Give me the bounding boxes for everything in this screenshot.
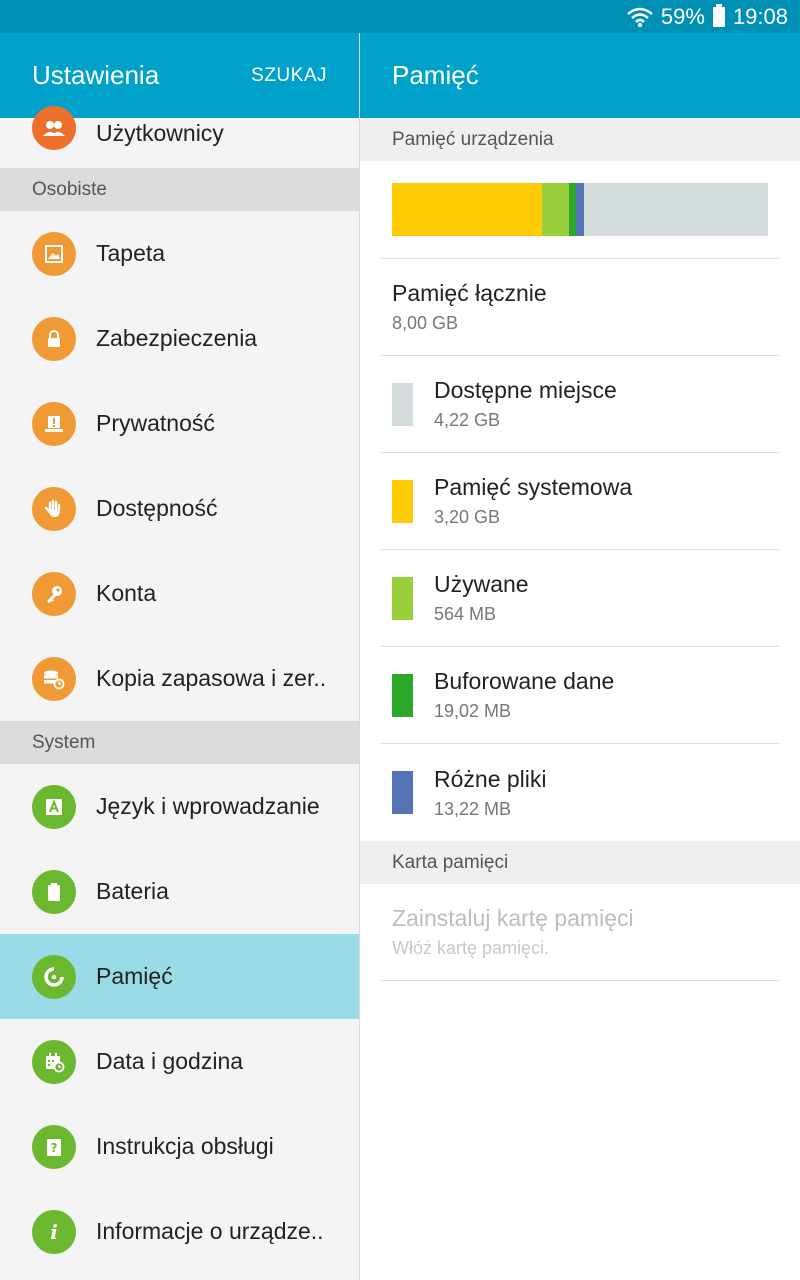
storage-row-misc[interactable]: Różne pliki 13,22 MB xyxy=(380,744,780,841)
language-icon xyxy=(32,784,76,829)
sidebar-item-label: Konta xyxy=(96,580,157,606)
storage-row-label: Buforowane dane xyxy=(434,668,615,694)
sidebar-item-storage[interactable]: Pamięć xyxy=(0,934,359,1019)
section-system: System xyxy=(0,721,359,764)
memory-card-header: Karta pamięci xyxy=(360,841,800,884)
storage-row-system[interactable]: Pamięć systemowa 3,20 GB xyxy=(380,453,780,550)
mount-sd-card-label: Zainstaluj kartę pamięci xyxy=(392,905,634,931)
sidebar-item-label: Bateria xyxy=(96,878,169,904)
sidebar-item-user-manual[interactable]: ? Instrukcja obsługi xyxy=(0,1104,359,1189)
battery-percent: 59% xyxy=(660,3,705,29)
sidebar-item-label: Tapeta xyxy=(96,240,166,266)
total-storage-value: 8,00 GB xyxy=(392,313,459,333)
storage-row-value: 564 MB xyxy=(434,604,497,624)
sidebar-item-battery[interactable]: Bateria xyxy=(0,849,359,934)
storage-row-value: 4,22 GB xyxy=(434,410,501,430)
svg-text:?: ? xyxy=(51,1141,58,1155)
lock-icon xyxy=(32,316,76,361)
detail-title: Pamięć xyxy=(360,33,800,118)
sidebar-item-language[interactable]: Język i wprowadzanie xyxy=(0,764,359,849)
privacy-icon xyxy=(32,401,76,446)
sidebar-item-label: Użytkownicy xyxy=(96,120,224,146)
bar-segment-used xyxy=(542,183,569,236)
wallpaper-icon xyxy=(32,231,76,276)
sidebar-item-label: Prywatność xyxy=(96,410,215,436)
users-icon xyxy=(32,106,76,150)
wifi-icon xyxy=(627,6,653,28)
storage-row-label: Dostępne miejsce xyxy=(434,377,617,403)
sidebar-item-backup[interactable]: Kopia zapasowa i zer.. xyxy=(0,636,359,721)
sidebar-item-privacy[interactable]: Prywatność xyxy=(0,381,359,466)
manual-icon: ? xyxy=(32,1124,76,1169)
storage-row-label: Używane xyxy=(434,571,529,597)
storage-row-cached[interactable]: Buforowane dane 19,02 MB xyxy=(380,647,780,744)
sidebar-item-label: Kopia zapasowa i zer.. xyxy=(96,665,327,691)
sidebar-item-label: Zabezpieczenia xyxy=(96,325,258,351)
calendar-clock-icon xyxy=(32,1039,76,1084)
sidebar-item-device-info[interactable]: i Informacje o urządze.. xyxy=(0,1189,359,1274)
battery-settings-icon xyxy=(32,869,76,914)
sidebar-item-label: Pamięć xyxy=(96,963,173,989)
info-icon: i xyxy=(32,1209,76,1254)
storage-icon xyxy=(32,954,76,999)
storage-row-label: Różne pliki xyxy=(434,765,547,792)
clock: 19:08 xyxy=(732,3,788,29)
device-storage-header: Pamięć urządzenia xyxy=(360,118,800,161)
sidebar-item-label: Informacje o urządze.. xyxy=(96,1218,324,1244)
total-storage-row: Pamięć łącznie 8,00 GB xyxy=(380,259,780,356)
sidebar-item-label: Dostępność xyxy=(96,495,218,521)
storage-row-available[interactable]: Dostępne miejsce 4,22 GB xyxy=(380,356,780,453)
sidebar-item-label: Instrukcja obsługi xyxy=(96,1133,274,1159)
storage-row-label: Pamięć systemowa xyxy=(434,474,633,500)
sidebar-item-accessibility[interactable]: Dostępność xyxy=(0,466,359,551)
storage-usage-bar xyxy=(380,161,780,259)
sidebar-item-security[interactable]: Zabezpieczenia xyxy=(0,296,359,381)
color-swatch xyxy=(392,382,413,426)
sidebar-item-users[interactable]: Użytkownicy xyxy=(0,106,359,168)
sidebar-title: Ustawienia xyxy=(32,60,160,90)
search-button[interactable]: SZUKAJ xyxy=(251,65,327,87)
status-bar: 59% 19:08 xyxy=(0,0,800,33)
storage-detail-panel: Pamięć Pamięć urządzenia Pamięć łącznie … xyxy=(360,33,800,1280)
mount-sd-card-sub: Włóż kartę pamięci. xyxy=(392,938,550,958)
bar-segment-misc xyxy=(576,183,584,236)
storage-row-used[interactable]: Używane 564 MB xyxy=(380,550,780,647)
color-swatch xyxy=(392,673,413,717)
sidebar-item-label: Data i godzina xyxy=(96,1048,244,1074)
hand-icon xyxy=(32,486,76,531)
sidebar-item-date-time[interactable]: Data i godzina xyxy=(0,1019,359,1104)
bar-segment-cached xyxy=(568,183,577,236)
storage-row-value: 13,22 MB xyxy=(434,798,512,819)
backup-icon xyxy=(32,656,76,701)
battery-icon xyxy=(712,3,725,27)
storage-row-value: 3,20 GB xyxy=(434,507,501,527)
section-personal: Osobiste xyxy=(0,168,359,211)
color-swatch xyxy=(392,771,413,814)
mount-sd-card-row[interactable]: Zainstaluj kartę pamięci Włóż kartę pami… xyxy=(380,884,780,981)
bar-segment-system xyxy=(392,183,543,236)
color-swatch xyxy=(392,576,413,620)
svg-text:i: i xyxy=(50,1221,58,1243)
key-icon xyxy=(32,571,76,616)
total-storage-label: Pamięć łącznie xyxy=(392,280,547,306)
color-swatch xyxy=(392,479,413,523)
sidebar-item-wallpaper[interactable]: Tapeta xyxy=(0,211,359,296)
sidebar-item-label: Język i wprowadzanie xyxy=(96,793,320,819)
settings-sidebar: Ustawienia SZUKAJ Użytkownicy Osobiste T… xyxy=(0,33,359,1280)
sidebar-item-accounts[interactable]: Konta xyxy=(0,551,359,636)
storage-row-value: 19,02 MB xyxy=(434,701,512,721)
bar-segment-free xyxy=(583,183,768,236)
